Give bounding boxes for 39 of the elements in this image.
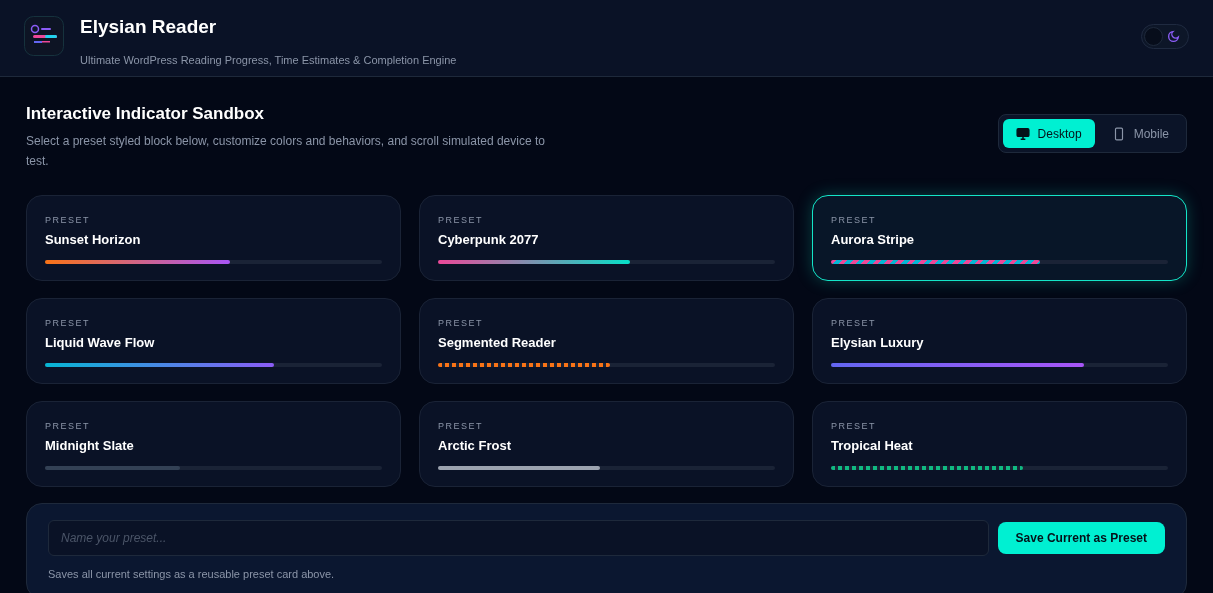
preset-name: Tropical Heat: [831, 437, 914, 454]
preset-label: PRESET: [831, 316, 877, 329]
save-hint: Saves all current settings as a reusable preset card above.: [48, 566, 336, 582]
preset-card[interactable]: PRESET Elysian Luxury: [812, 297, 1187, 384]
preset-name: Midnight Slate: [45, 437, 135, 454]
save-preset-button[interactable]: Save Current as Preset: [997, 521, 1165, 554]
app-subtitle: Ultimate WordPress Reading Progress, Time Estimates & Completion Engine: [80, 53, 457, 68]
theme-toggle[interactable]: [1141, 24, 1189, 49]
preset-card[interactable]: PRESET Cyberpunk 2077: [419, 194, 794, 281]
preset-name: Sunset Horizon: [45, 231, 142, 248]
preset-label: PRESET: [438, 316, 484, 329]
preset-label: PRESET: [831, 419, 877, 432]
preset-name: Segmented Reader: [438, 334, 557, 351]
device-tab[interactable]: Mobile: [1098, 119, 1182, 148]
preset-name: Aurora Stripe: [831, 231, 916, 248]
section-description: Select a preset styled block below, customize colors and behaviors, and scroll simulated device to test.: [26, 132, 546, 170]
preset-card[interactable]: PRESET Segmented Reader: [419, 297, 794, 384]
preset-label: PRESET: [45, 316, 91, 329]
app-logo-icon: [24, 16, 64, 56]
preset-label: PRESET: [831, 213, 877, 226]
preset-label: PRESET: [45, 419, 91, 432]
preset-name: Elysian Luxury: [831, 334, 925, 351]
preset-card[interactable]: PRESET Aurora Stripe: [812, 194, 1187, 281]
section-title: Interactive Indicator Sandbox: [26, 103, 266, 125]
preset-card[interactable]: PRESET Tropical Heat: [812, 400, 1187, 487]
preset-name: Liquid Wave Flow: [45, 334, 156, 351]
app-title: Elysian Reader: [80, 16, 218, 38]
preset-label: PRESET: [45, 213, 91, 226]
preset-card[interactable]: PRESET Arctic Frost: [419, 400, 794, 487]
preset-name-field[interactable]: Name your preset...: [48, 519, 989, 556]
device-tab[interactable]: Desktop: [1002, 119, 1095, 148]
preset-name: Cyberpunk 2077: [438, 231, 540, 248]
preset-card[interactable]: PRESET Liquid Wave Flow: [26, 297, 401, 384]
preset-label: PRESET: [438, 213, 484, 226]
preset-name: Arctic Frost: [438, 437, 512, 454]
monitor-icon: [1015, 126, 1030, 141]
preset-label: PRESET: [438, 419, 484, 432]
preset-card[interactable]: PRESET Sunset Horizon: [26, 194, 401, 281]
preset-card[interactable]: PRESET Midnight Slate: [26, 400, 401, 487]
